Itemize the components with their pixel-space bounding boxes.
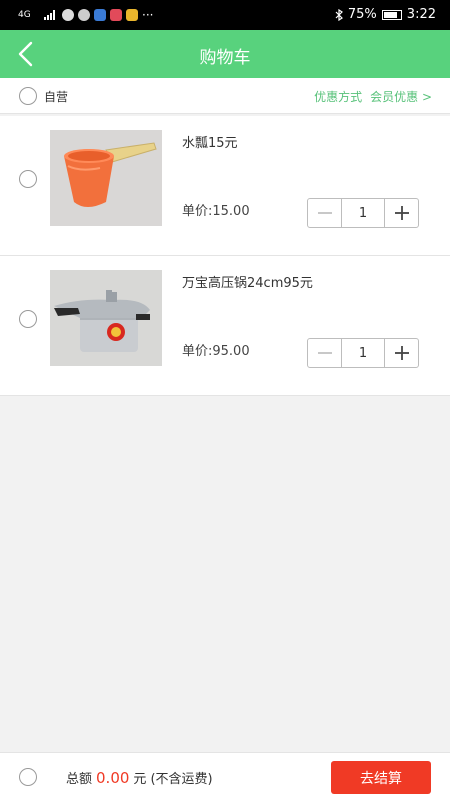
status-left-icons: 4G ···	[18, 8, 153, 22]
camera-app-icon	[110, 9, 122, 21]
increase-button[interactable]	[385, 339, 418, 367]
minus-icon	[317, 352, 332, 354]
signal-icon	[44, 10, 55, 20]
cart-item: 水瓢15元 单价:15.00 1	[0, 116, 450, 256]
cart-item-list: 水瓢15元 单价:15.00 1 万宝高压锅24cm95元 单价:95.00 1	[0, 116, 450, 396]
shop-select-radio[interactable]	[19, 87, 37, 105]
product-image-pressure-cooker[interactable]	[50, 270, 162, 366]
item-select-radio[interactable]	[19, 310, 37, 328]
shipping-note: (不含运费)	[150, 772, 213, 787]
status-right: 75% 3:22	[335, 7, 436, 22]
quantity-value[interactable]: 1	[341, 339, 385, 367]
item-name: 万宝高压锅24cm95元	[182, 276, 313, 291]
currency-label: 元	[133, 772, 147, 787]
plus-icon	[394, 206, 409, 220]
promo-links: 优惠方式 会员优惠 >	[314, 88, 432, 105]
quantity-value[interactable]: 1	[341, 199, 385, 227]
total-amount: 0.00	[96, 769, 130, 787]
battery-icon	[381, 9, 402, 20]
clock: 3:22	[406, 7, 436, 22]
parking-app-icon	[62, 9, 74, 21]
increase-button[interactable]	[385, 199, 418, 227]
shop-name: 自营	[44, 90, 69, 104]
decrease-button[interactable]	[308, 339, 341, 367]
item-price: 单价:15.00	[182, 204, 250, 219]
cart-item: 万宝高压锅24cm95元 单价:95.00 1	[0, 256, 450, 396]
weibo-app-icon	[78, 9, 90, 21]
quantity-stepper: 1	[307, 338, 419, 368]
quantity-stepper: 1	[307, 198, 419, 228]
bluetooth-icon	[335, 8, 343, 21]
product-image-ladle[interactable]	[50, 130, 162, 226]
item-price: 单价:95.00	[182, 344, 250, 359]
more-notifications: ···	[142, 8, 154, 22]
total-summary: 总额 0.00 元 (不含运费)	[66, 768, 213, 787]
total-label: 总额	[66, 772, 93, 787]
network-label: 4G	[18, 9, 31, 20]
checkout-button[interactable]: 去结算	[331, 761, 431, 794]
play-app-icon	[126, 9, 138, 21]
battery-percent: 75%	[347, 7, 377, 22]
member-discount-link[interactable]: 会员优惠 >	[370, 88, 432, 105]
page-title: 购物车	[199, 48, 251, 68]
decrease-button[interactable]	[308, 199, 341, 227]
chat-app-icon	[94, 9, 106, 21]
promo-method-link[interactable]: 优惠方式	[314, 88, 362, 105]
status-bar: 4G ··· 75% 3:22	[0, 0, 450, 30]
plus-icon	[394, 346, 409, 360]
item-select-radio[interactable]	[19, 170, 37, 188]
shop-header: 自营 优惠方式 会员优惠 >	[0, 78, 450, 114]
item-name: 水瓢15元	[182, 136, 238, 151]
checkout-bar: 总额 0.00 元 (不含运费) 去结算	[0, 752, 450, 800]
title-bar: 购物车	[0, 30, 450, 78]
minus-icon	[317, 212, 332, 214]
select-all-radio[interactable]	[19, 768, 37, 786]
